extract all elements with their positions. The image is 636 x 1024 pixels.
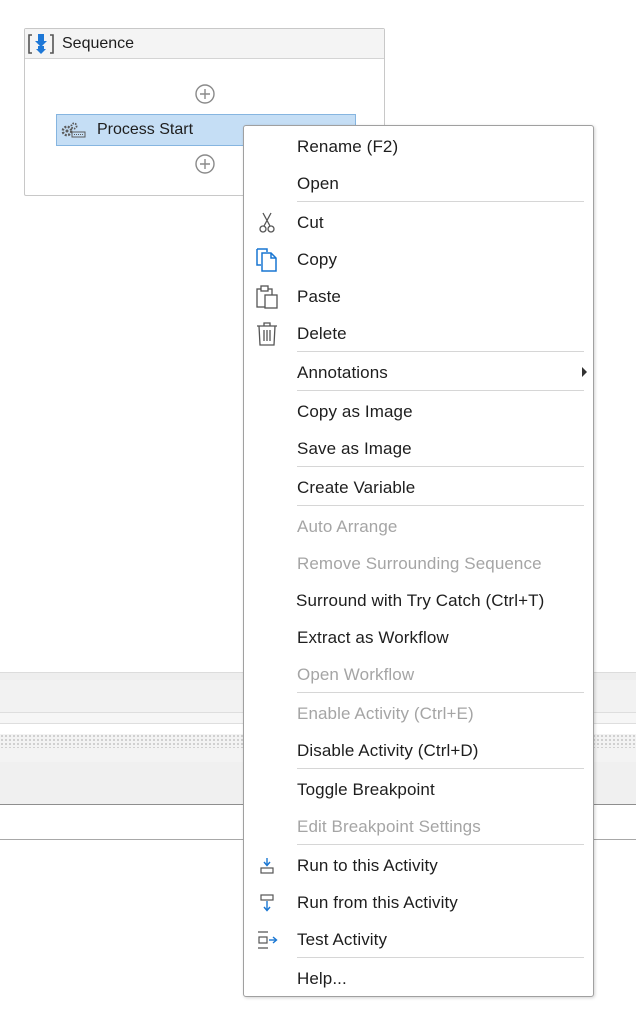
menu-item-paste[interactable]: Paste <box>244 278 593 315</box>
menu-item-run-from-activity[interactable]: Run from this Activity <box>244 884 593 921</box>
menu-item-auto-arrange: Auto Arrange <box>297 516 398 536</box>
test-activity-icon <box>258 930 278 949</box>
menu-item-enable-activity: Enable Activity (Ctrl+E) <box>297 703 474 723</box>
menu-item-toggle-breakpoint[interactable]: Toggle Breakpoint <box>244 771 593 808</box>
menu-item-delete[interactable]: Delete <box>244 315 593 352</box>
menu-item-edit-breakpoint-settings: Edit Breakpoint Settings <box>297 816 481 836</box>
menu-separator <box>297 390 584 391</box>
add-activity-icon[interactable] <box>195 154 215 174</box>
submenu-arrow-icon <box>582 367 587 377</box>
menu-item-annotations[interactable]: Annotations <box>244 354 593 391</box>
menu-item-open[interactable]: Open <box>244 165 593 202</box>
menu-item-help[interactable]: Help... <box>244 960 593 997</box>
menu-separator <box>297 351 584 352</box>
menu-item-rename[interactable]: Rename (F2) <box>244 128 593 165</box>
run-from-icon <box>260 893 274 912</box>
menu-item-remove-surrounding-sequence: Remove Surrounding Sequence <box>297 553 542 573</box>
menu-separator <box>297 768 584 769</box>
menu-separator <box>297 957 584 958</box>
menu-item-run-to-activity[interactable]: Run to this Activity <box>244 847 593 884</box>
sequence-title: Sequence <box>62 34 135 52</box>
menu-item-copy[interactable]: Copy <box>244 241 593 278</box>
scissors-icon <box>259 212 275 233</box>
menu-separator <box>297 844 584 845</box>
menu-item-open-workflow: Open Workflow <box>297 664 415 684</box>
run-to-icon <box>260 857 274 874</box>
menu-item-save-as-image[interactable]: Save as Image <box>244 430 593 467</box>
menu-item-test-activity[interactable]: Test Activity <box>244 921 593 958</box>
menu-item-copy-as-image[interactable]: Copy as Image <box>244 393 593 430</box>
menu-separator <box>297 505 584 506</box>
menu-separator <box>297 466 584 467</box>
menu-item-disable-activity[interactable]: Disable Activity (Ctrl+D) <box>244 732 593 769</box>
menu-separator <box>297 692 584 693</box>
menu-separator <box>297 201 584 202</box>
gears-icon <box>61 122 86 138</box>
sequence-header[interactable]: Sequence <box>25 29 384 59</box>
context-menu: Rename (F2) Open Cut Copy Paste Delete A… <box>243 125 594 997</box>
menu-item-surround-try-catch[interactable]: Surround with Try Catch (Ctrl+T) <box>244 582 593 619</box>
menu-item-extract-as-workflow[interactable]: Extract as Workflow <box>244 619 593 656</box>
add-activity-icon[interactable] <box>195 84 215 104</box>
menu-item-cut[interactable]: Cut <box>244 204 593 241</box>
menu-item-create-variable[interactable]: Create Variable <box>244 469 593 506</box>
clipboard-icon <box>256 284 278 309</box>
activity-label: Process Start <box>97 121 194 138</box>
copy-icon <box>256 247 277 272</box>
trash-icon <box>257 321 277 346</box>
sequence-icon <box>28 33 54 54</box>
